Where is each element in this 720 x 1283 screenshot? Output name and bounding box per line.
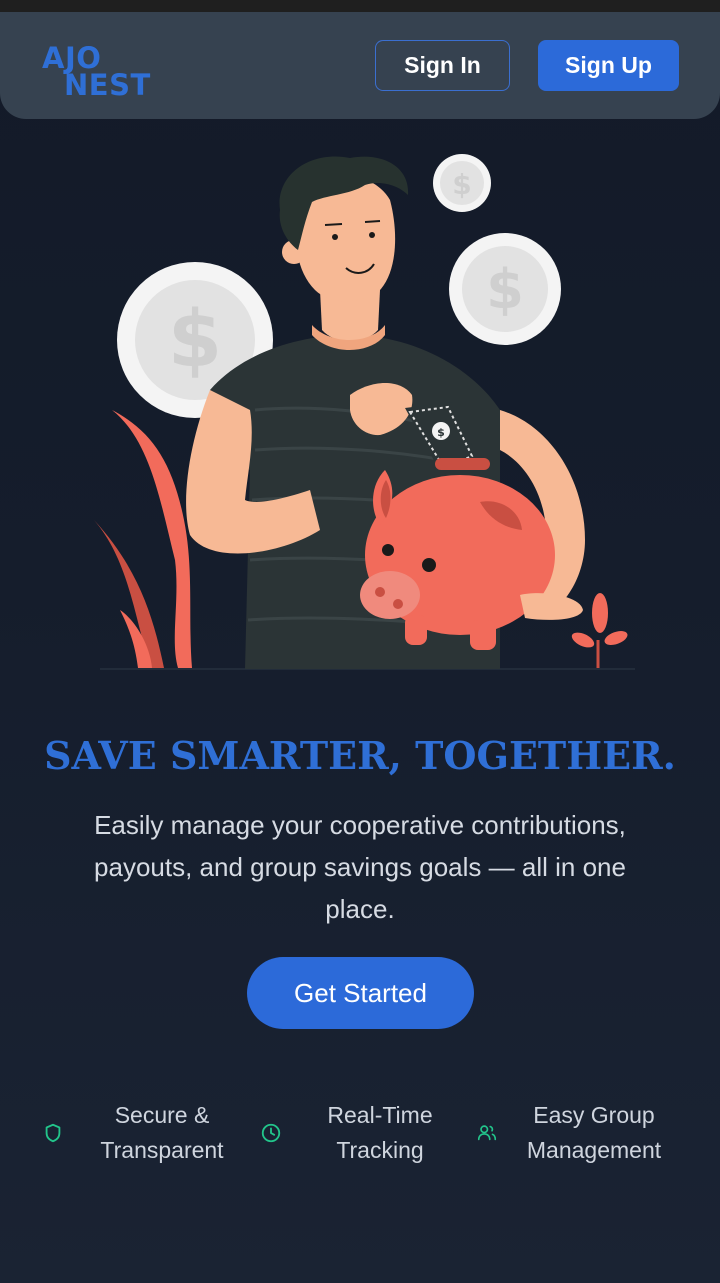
svg-text:$: $	[437, 426, 445, 439]
ajo-nest-logo[interactable]: AJO NEST	[42, 42, 162, 102]
users-icon	[477, 1125, 497, 1141]
hero-headline: SAVE SMARTER, TOGETHER.	[44, 733, 676, 778]
clock-icon	[261, 1123, 281, 1143]
top-navbar: AJO NEST Sign In Sign Up	[0, 12, 720, 119]
coin-right-icon: $	[449, 233, 561, 345]
feature-secure-line-2: Transparent	[100, 1137, 224, 1163]
plant-left-icon	[94, 410, 192, 668]
logo-line-2: NEST	[64, 68, 151, 102]
feature-tracking-line-1: Real-Time	[327, 1102, 433, 1128]
sign-up-button[interactable]: Sign Up	[538, 40, 679, 91]
hero-illustration: $ $ $ $	[94, 154, 635, 670]
feature-secure-label: Secure & Transparent	[82, 1098, 242, 1168]
feature-tracking-line-2: Tracking	[336, 1137, 424, 1163]
coin-small-icon: $	[433, 154, 491, 212]
get-started-button[interactable]: Get Started	[247, 957, 474, 1029]
shield-icon	[45, 1123, 61, 1143]
feature-secure-line-1: Secure &	[114, 1102, 210, 1128]
feature-group-label: Easy Group Management	[510, 1098, 678, 1168]
feature-tracking-label: Real-Time Tracking	[300, 1098, 460, 1168]
svg-text:$: $	[486, 258, 524, 321]
sign-in-button[interactable]: Sign In	[375, 40, 510, 91]
status-bar-strip	[0, 0, 720, 12]
hero-subtext: Easily manage your cooperative contribut…	[94, 810, 626, 924]
feature-group-line-2: Management	[526, 1137, 662, 1163]
feature-tracking: Real-Time Tracking	[258, 1098, 458, 1178]
feature-secure: Secure & Transparent	[40, 1098, 240, 1178]
svg-text:$: $	[168, 295, 222, 385]
feature-group: Easy Group Management	[474, 1098, 684, 1178]
svg-text:$: $	[452, 168, 471, 201]
feature-group-line-1: Easy Group	[533, 1102, 655, 1128]
